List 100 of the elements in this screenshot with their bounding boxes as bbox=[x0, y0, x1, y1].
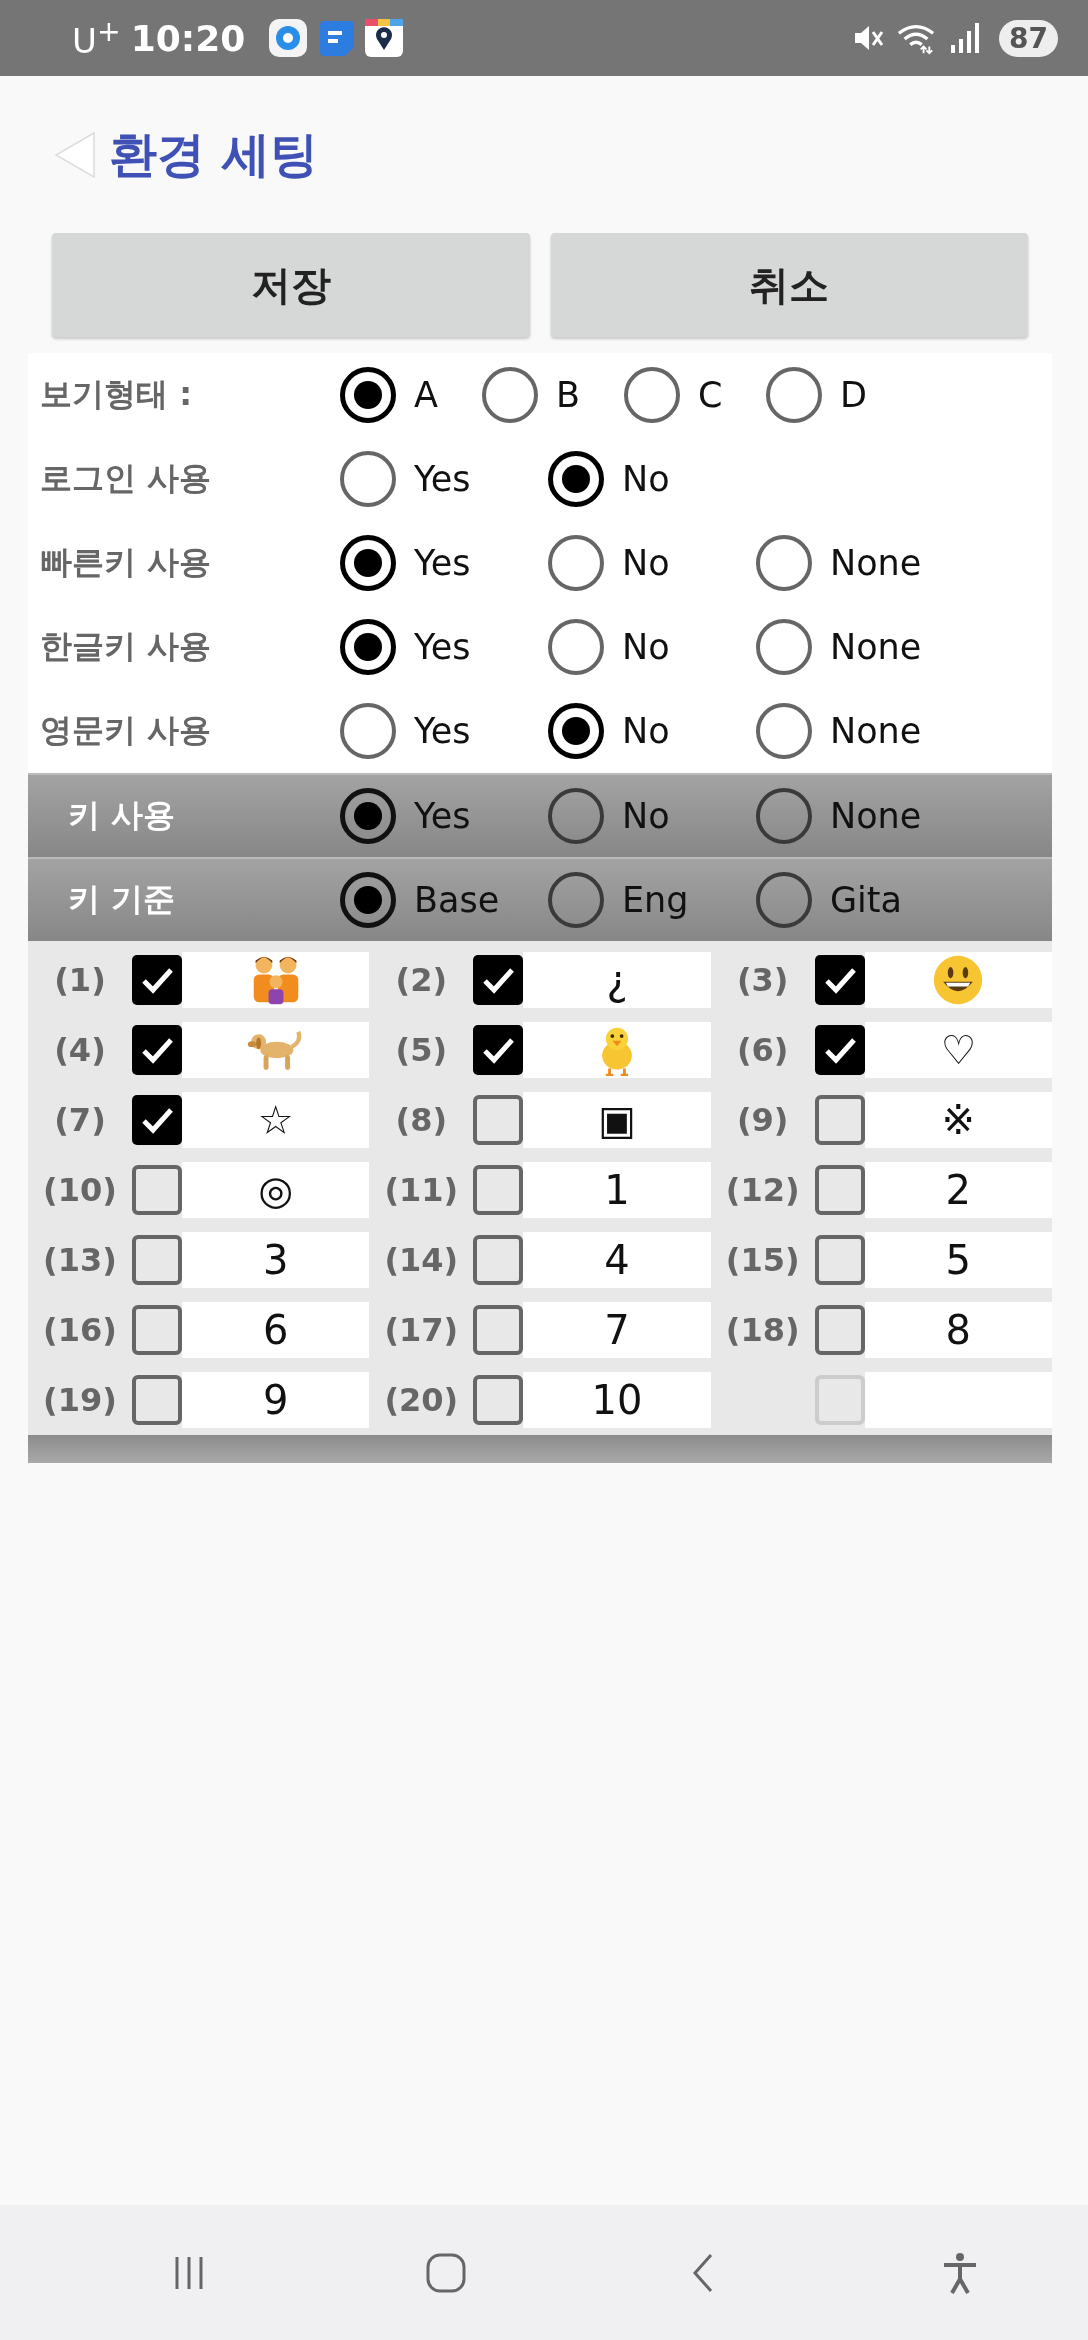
checkbox[interactable] bbox=[473, 1095, 524, 1145]
checkbox[interactable] bbox=[814, 955, 865, 1005]
setting-label: 키 기준 bbox=[67, 879, 177, 920]
checkbox[interactable] bbox=[132, 1165, 182, 1215]
option-label: Yes bbox=[414, 711, 471, 751]
chat-app-icon bbox=[317, 19, 356, 57]
key-value-field: 1 bbox=[523, 1162, 711, 1218]
checkbox[interactable] bbox=[814, 1235, 865, 1285]
option-label: C bbox=[698, 375, 723, 415]
option-label: Yes bbox=[414, 543, 471, 583]
checkbox[interactable] bbox=[132, 1095, 182, 1145]
setting-label: 빠른키 사용 bbox=[39, 542, 213, 583]
option-label: No bbox=[622, 796, 670, 836]
key-value-field: 7 bbox=[523, 1302, 711, 1358]
clock-text: 10:20 bbox=[130, 17, 246, 59]
key-number: (14) bbox=[383, 1241, 460, 1279]
option-label: None bbox=[830, 627, 922, 667]
radio-button[interactable] bbox=[340, 619, 396, 675]
radio-button[interactable] bbox=[624, 367, 680, 423]
key-number: (16) bbox=[42, 1311, 118, 1349]
option-label: Yes bbox=[414, 459, 471, 499]
radio-button[interactable] bbox=[548, 619, 604, 675]
option-label: None bbox=[830, 796, 922, 836]
save-button[interactable]: 저장 bbox=[52, 233, 530, 337]
option-label: Base bbox=[414, 880, 500, 920]
checkbox[interactable] bbox=[473, 1165, 524, 1215]
radio-button[interactable] bbox=[756, 535, 812, 591]
key-value-field: 4 bbox=[523, 1232, 711, 1288]
option-label: No bbox=[622, 459, 670, 499]
key-value-field: ♡ bbox=[864, 1022, 1052, 1078]
checkbox[interactable] bbox=[473, 1305, 524, 1355]
radio-button[interactable] bbox=[340, 535, 396, 591]
checkbox[interactable] bbox=[132, 955, 182, 1005]
checkbox[interactable] bbox=[473, 1375, 524, 1425]
checkbox[interactable] bbox=[132, 1305, 182, 1355]
option-label: B bbox=[556, 375, 580, 415]
radio-button[interactable] bbox=[548, 451, 604, 507]
radio-button[interactable] bbox=[548, 703, 604, 759]
radio-button[interactable] bbox=[482, 367, 538, 423]
key-number: (1) bbox=[53, 961, 107, 999]
option-label: Yes bbox=[414, 796, 471, 836]
radio-button[interactable] bbox=[548, 872, 604, 928]
radio-button[interactable] bbox=[340, 703, 396, 759]
radio-button[interactable] bbox=[756, 872, 812, 928]
setting-label: 보기형태 : bbox=[39, 374, 193, 415]
radio-button[interactable] bbox=[756, 788, 812, 844]
radio-button[interactable] bbox=[340, 872, 396, 928]
key-number: (10) bbox=[42, 1171, 118, 1209]
key-value-field: ◎ bbox=[182, 1162, 370, 1218]
option-label: D bbox=[840, 375, 867, 415]
checkbox[interactable] bbox=[814, 1095, 865, 1145]
checkbox[interactable] bbox=[132, 1235, 182, 1285]
option-label: No bbox=[622, 543, 670, 583]
checkbox[interactable] bbox=[473, 1025, 524, 1075]
radio-button[interactable] bbox=[340, 451, 396, 507]
key-number: (19) bbox=[42, 1381, 118, 1419]
cancel-button[interactable]: 취소 bbox=[550, 233, 1028, 337]
setting-label: 한글키 사용 bbox=[39, 626, 213, 667]
carrier-text: U$^{+}$ bbox=[72, 14, 121, 62]
radio-button[interactable] bbox=[756, 703, 812, 759]
key-number: (11) bbox=[383, 1171, 460, 1209]
checkbox[interactable] bbox=[473, 1235, 524, 1285]
radio-button[interactable] bbox=[548, 535, 604, 591]
key-number: (6) bbox=[735, 1031, 790, 1069]
checkbox[interactable] bbox=[473, 955, 524, 1005]
battery-level: 87 bbox=[999, 19, 1058, 57]
key-number: (7) bbox=[53, 1101, 107, 1139]
setting-label: 키 사용 bbox=[67, 795, 177, 836]
key-number: (9) bbox=[735, 1101, 790, 1139]
option-label: Gita bbox=[830, 880, 903, 920]
radio-button[interactable] bbox=[340, 367, 396, 423]
checkbox[interactable] bbox=[132, 1025, 182, 1075]
checkbox[interactable] bbox=[814, 1305, 865, 1355]
key-number: (2) bbox=[394, 961, 449, 999]
checkbox[interactable] bbox=[814, 1025, 865, 1075]
key-value-field: ※ bbox=[864, 1092, 1052, 1148]
camera-app-icon bbox=[269, 19, 308, 57]
key-number: (18) bbox=[724, 1311, 801, 1349]
radio-button[interactable] bbox=[766, 367, 822, 423]
key-number: (20) bbox=[383, 1381, 460, 1419]
key-number: (15) bbox=[724, 1241, 801, 1279]
key-value-field: ☆ bbox=[182, 1092, 370, 1148]
radio-button[interactable] bbox=[548, 788, 604, 844]
key-number: (13) bbox=[42, 1241, 118, 1279]
key-value-field: 2 bbox=[864, 1162, 1052, 1218]
map-pin-app-icon bbox=[365, 19, 404, 57]
page-title: 환경 세팅 bbox=[109, 124, 318, 184]
option-label: A bbox=[414, 375, 438, 415]
key-value-field: ¿ bbox=[523, 952, 711, 1008]
option-label: None bbox=[830, 711, 922, 751]
option-label: None bbox=[830, 543, 922, 583]
key-number: (12) bbox=[724, 1171, 801, 1209]
setting-label: 영문키 사용 bbox=[39, 710, 213, 751]
key-number: (4) bbox=[53, 1031, 107, 1069]
key-value-field: 10 bbox=[523, 1372, 711, 1428]
radio-button[interactable] bbox=[340, 788, 396, 844]
checkbox[interactable] bbox=[132, 1375, 182, 1425]
key-value-field: 9 bbox=[182, 1372, 370, 1428]
checkbox[interactable] bbox=[814, 1165, 865, 1215]
radio-button[interactable] bbox=[756, 619, 812, 675]
